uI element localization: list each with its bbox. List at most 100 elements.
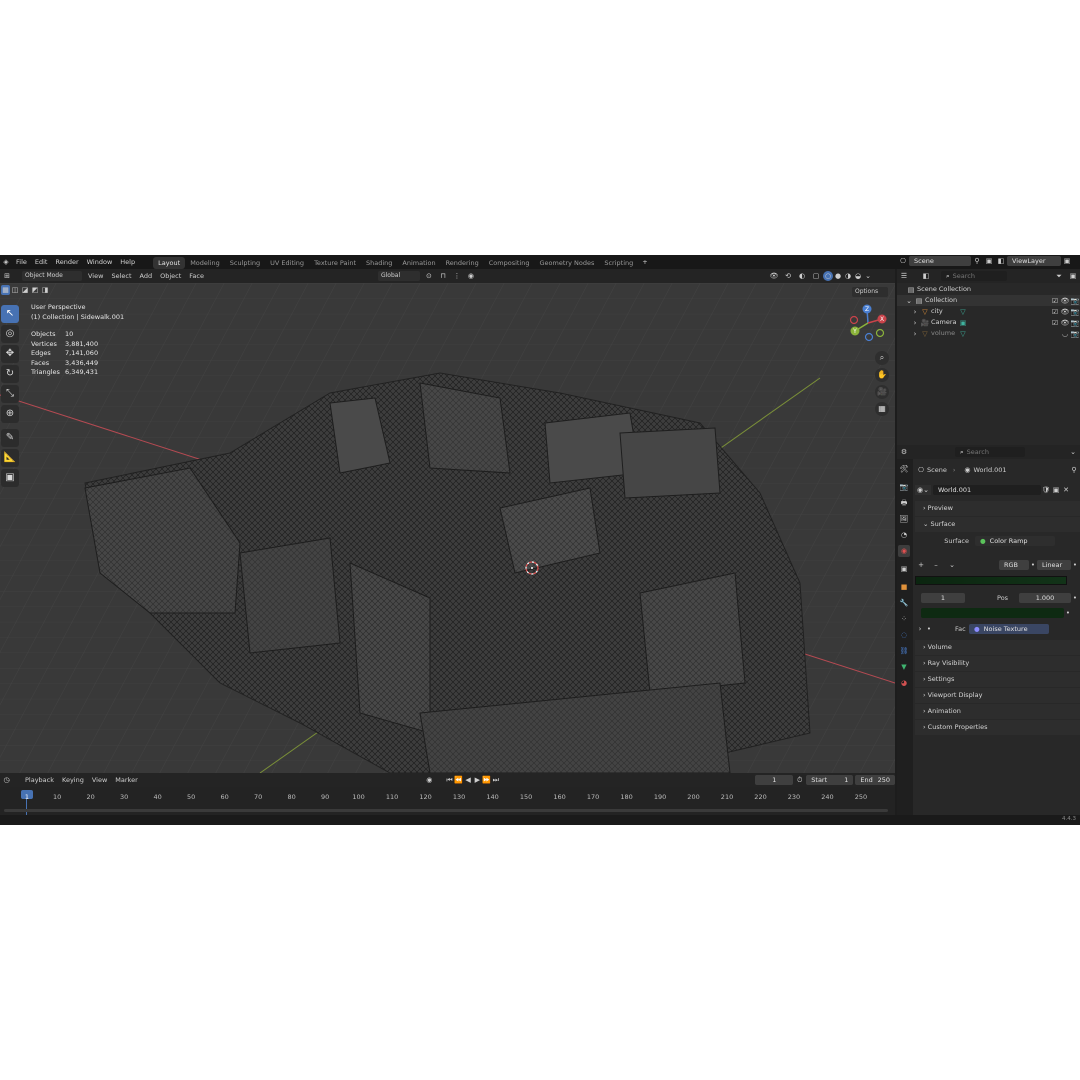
menu-edit[interactable]: Edit: [31, 255, 52, 269]
material-shading-icon[interactable]: ◑: [843, 271, 853, 281]
camera-view-icon[interactable]: 🎥: [875, 385, 889, 399]
add-stop-button[interactable]: +: [915, 560, 927, 570]
xray-icon[interactable]: ▢: [809, 271, 823, 281]
panel-volume[interactable]: › Volume: [915, 640, 1080, 655]
expand-arrow-icon[interactable]: ⌄: [905, 296, 913, 306]
world-tab-icon[interactable]: ◉: [898, 545, 910, 557]
color-mode-select[interactable]: RGB: [999, 560, 1029, 570]
view-layer-tab-icon[interactable]: 🖼: [898, 513, 910, 525]
timeline-scrollbar[interactable]: [4, 809, 888, 812]
ortho-grid-icon[interactable]: ▦: [875, 402, 889, 416]
cursor-tool-icon[interactable]: ◎: [1, 325, 19, 343]
unlink-icon[interactable]: ✕: [1061, 485, 1071, 495]
stop-color-swatch[interactable]: [921, 608, 1064, 618]
eye-icon[interactable]: 👁: [1060, 296, 1070, 306]
collection-tab-icon[interactable]: ▣: [898, 563, 910, 575]
panel-surface[interactable]: ⌄ Surface: [915, 517, 1080, 532]
new-collection-icon[interactable]: ▣: [1066, 271, 1080, 281]
remove-stop-button[interactable]: –: [927, 560, 945, 570]
tab-animation[interactable]: Animation: [397, 257, 440, 269]
expand-arrow-icon[interactable]: ›: [911, 329, 919, 339]
expand-arrow-icon[interactable]: ›: [911, 318, 919, 328]
tab-modeling[interactable]: Modeling: [185, 257, 225, 269]
outliner-item-volume[interactable]: › ▽ volume ▽ ◡ 📷: [905, 328, 1080, 339]
properties-editor-type-icon[interactable]: ⚙: [897, 447, 911, 457]
viewport-menu-add[interactable]: Add: [136, 272, 157, 280]
new-view-layer-icon[interactable]: ▣: [1061, 256, 1073, 266]
gizmo-toggle-icon[interactable]: ⟲: [781, 271, 795, 281]
select-invert-icon[interactable]: ◩: [30, 285, 40, 295]
transform-tool-icon[interactable]: ⊕: [1, 405, 19, 423]
checkbox-icon[interactable]: ☑: [1050, 307, 1060, 317]
modifier-tab-icon[interactable]: 🔧: [898, 597, 910, 609]
add-cube-tool-icon[interactable]: ▣: [1, 469, 19, 487]
eye-closed-icon[interactable]: ◡: [1060, 329, 1070, 339]
select-new-icon[interactable]: ▦: [1, 285, 10, 295]
tab-shading[interactable]: Shading: [361, 257, 397, 269]
annotate-tool-icon[interactable]: ✎: [1, 429, 19, 447]
panel-viewport-display[interactable]: › Viewport Display: [915, 688, 1080, 703]
view-layer-selector[interactable]: ViewLayer: [1007, 256, 1061, 266]
color-ramp-gradient[interactable]: [915, 576, 1067, 585]
active-stop-index[interactable]: 1: [921, 593, 965, 603]
select-intersect-icon[interactable]: ◨: [40, 285, 50, 295]
menu-window[interactable]: Window: [83, 255, 117, 269]
outliner-editor-type-icon[interactable]: ☰: [897, 271, 911, 281]
visibility-icon[interactable]: 👁: [767, 271, 781, 281]
snap-icon[interactable]: ⊓: [436, 271, 450, 281]
render-tab-icon[interactable]: 📷: [898, 481, 910, 493]
outliner-search[interactable]: ⌕ Search: [941, 271, 1007, 281]
expand-arrow-icon[interactable]: ›: [911, 307, 919, 317]
world-browse-icon[interactable]: ◉⌄: [915, 485, 931, 495]
interpolation-select[interactable]: Linear: [1037, 560, 1071, 570]
tab-sculpting[interactable]: Sculpting: [225, 257, 265, 269]
outliner-item-camera[interactable]: › 🎥 Camera ▣ ☑ 👁 📷: [905, 317, 1080, 328]
snap-settings-icon[interactable]: ⋮: [450, 271, 464, 281]
pos-field[interactable]: 1.000: [1019, 593, 1071, 603]
tab-rendering[interactable]: Rendering: [441, 257, 484, 269]
panel-preview[interactable]: › Preview: [915, 501, 1080, 516]
tab-compositing[interactable]: Compositing: [484, 257, 535, 269]
eye-icon[interactable]: 👁: [1060, 307, 1070, 317]
constraints-tab-icon[interactable]: ⛓: [898, 645, 910, 657]
viewport-menu-view[interactable]: View: [84, 272, 107, 280]
options-button[interactable]: Options: [852, 287, 888, 297]
fac-input-field[interactable]: ● Noise Texture: [969, 624, 1049, 634]
overlay-toggle-icon[interactable]: ◐: [795, 271, 809, 281]
camera-render-icon[interactable]: 📷: [1070, 307, 1080, 317]
output-tab-icon[interactable]: 🖶: [898, 497, 910, 509]
tab-scripting[interactable]: Scripting: [599, 257, 638, 269]
viewport-menu-select[interactable]: Select: [107, 272, 135, 280]
material-tab-icon[interactable]: ◕: [898, 677, 910, 689]
outliner-scene-collection[interactable]: ▤ Scene Collection: [905, 284, 1080, 295]
transform-orientation[interactable]: Global: [377, 271, 420, 281]
checkbox-icon[interactable]: ☑: [1050, 318, 1060, 328]
menu-help[interactable]: Help: [116, 255, 139, 269]
rendered-shading-icon[interactable]: ◒: [853, 271, 863, 281]
select-extend-icon[interactable]: ◫: [10, 285, 20, 295]
properties-search[interactable]: ⌕ Search: [955, 447, 1025, 457]
tab-uv-editing[interactable]: UV Editing: [265, 257, 309, 269]
menu-render[interactable]: Render: [51, 255, 82, 269]
panel-animation[interactable]: › Animation: [915, 704, 1080, 719]
checkbox-icon[interactable]: ☑: [1050, 296, 1060, 306]
camera-render-icon[interactable]: 📷: [1070, 318, 1080, 328]
pin-icon[interactable]: ⚲: [971, 256, 983, 266]
editor-type-icon[interactable]: ⊞: [0, 271, 14, 281]
world-name-field[interactable]: World.001: [933, 485, 1041, 495]
scene-selector[interactable]: Scene: [909, 256, 971, 266]
rotate-tool-icon[interactable]: ↻: [1, 365, 19, 383]
panel-custom-properties[interactable]: › Custom Properties: [915, 720, 1080, 735]
solid-shading-icon[interactable]: ●: [833, 271, 843, 281]
3d-viewport[interactable]: Z Y X ▦ ◫ ◪ ◩ ◨ Options ↖ ◎ ✥ ↻ ⤡ ⊕ ✎ 📐 …: [0, 283, 895, 773]
duplicate-icon[interactable]: ▣: [1051, 485, 1061, 495]
new-scene-icon[interactable]: ▣: [983, 256, 995, 266]
shading-options-icon[interactable]: ⌄: [863, 271, 873, 281]
outliner-collection[interactable]: ⌄ ▤ Collection ☑ 👁 📷: [897, 295, 1080, 306]
pivot-icon[interactable]: ⊙: [422, 271, 436, 281]
move-tool-icon[interactable]: ✥: [1, 345, 19, 363]
filter-icon[interactable]: ⏷: [1052, 271, 1066, 281]
select-tool-icon[interactable]: ↖: [1, 305, 19, 323]
zoom-icon[interactable]: ⌕: [875, 351, 889, 365]
pin-icon[interactable]: ⚲: [1068, 465, 1080, 475]
